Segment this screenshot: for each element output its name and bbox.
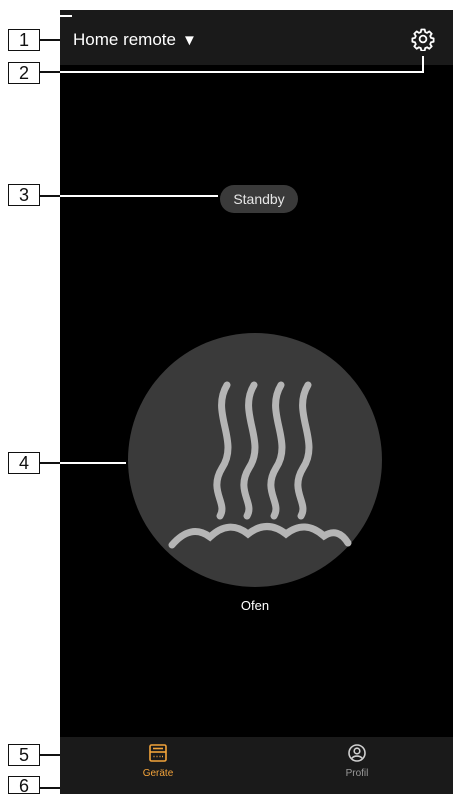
gear-icon[interactable] (411, 27, 435, 51)
nav-item-profil[interactable]: Profil (307, 737, 407, 794)
nav-label-geraete: Geräte (142, 768, 174, 779)
profile-icon (348, 744, 366, 762)
callout-1: 1 (8, 29, 40, 51)
callout-5: 5 (8, 744, 40, 766)
home-title: Home remote (73, 30, 176, 49)
dropdown-caret-icon: ▼ (181, 31, 197, 49)
leader-line-6 (40, 787, 60, 789)
leader-line-5 (40, 754, 60, 756)
leader-line-1 (40, 39, 60, 41)
app-screen: Home remote ▼ Standby Ofen Geräte Profil (60, 10, 453, 794)
status-badge: Standby (220, 185, 298, 213)
callout-3: 3 (8, 184, 40, 206)
heater-icon (168, 381, 352, 549)
home-selector[interactable]: Home remote ▼ (73, 30, 197, 50)
callout-4: 4 (8, 452, 40, 474)
leader-line-4-screen (60, 462, 126, 464)
device-name: Ofen (240, 598, 270, 613)
nav-item-geraete[interactable]: Geräte (108, 737, 208, 794)
leader-line-2-screen (60, 71, 424, 73)
bottom-nav: Geräte Profil (60, 737, 453, 794)
devices-icon (149, 744, 167, 762)
app-header: Home remote ▼ (60, 10, 453, 65)
device-button[interactable] (128, 333, 382, 587)
callout-6: 6 (8, 776, 40, 794)
leader-line-1-screen (60, 15, 72, 17)
leader-line-2 (40, 71, 60, 73)
callout-2: 2 (8, 62, 40, 84)
nav-label-profil: Profil (345, 768, 369, 779)
leader-line-2-vertical (422, 56, 424, 73)
leader-line-3 (40, 195, 60, 197)
leader-line-4 (40, 462, 60, 464)
leader-line-3-screen (60, 195, 218, 197)
